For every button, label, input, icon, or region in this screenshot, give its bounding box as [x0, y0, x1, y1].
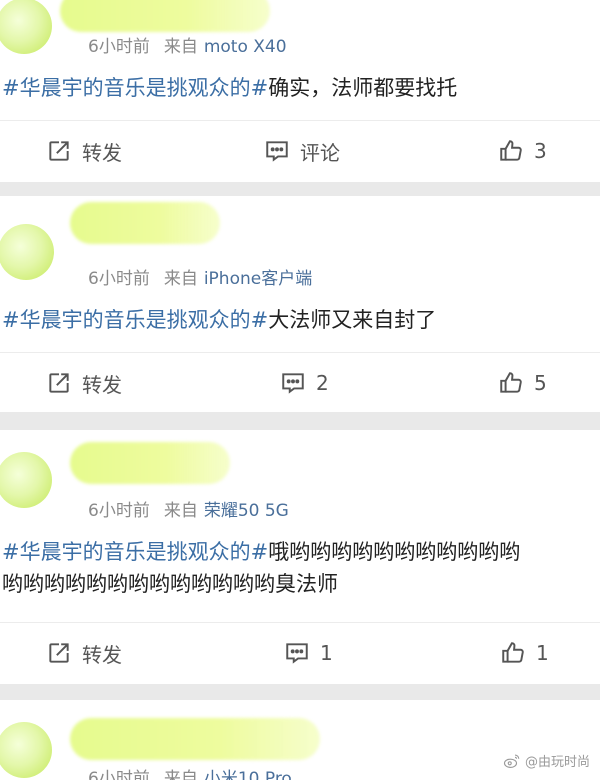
repost-label: 转发: [82, 642, 122, 667]
hashtag-link[interactable]: #华晨宇的音乐是挑观众的#: [2, 76, 268, 100]
post-text-line-2: 哟哟哟哟哟哟哟哟哟哟哟哟哟臭法师: [2, 572, 338, 596]
post-meta: 6小时前 来自 iPhone客户端: [88, 264, 312, 289]
post-card-1: 6小时前 来自 moto X40 #华晨宇的音乐是挑观众的#确实，法师都要找托 转发…: [0, 0, 600, 182]
weibo-logo-icon: [503, 753, 520, 768]
hashtag-link[interactable]: #华晨宇的音乐是挑观众的#: [2, 540, 268, 564]
comment-count: 2: [316, 371, 329, 395]
avatar[interactable]: [0, 722, 52, 778]
repost-button[interactable]: 转发: [46, 121, 122, 181]
source-label: 来自: [163, 769, 198, 780]
action-bar: 转发 评论 3: [0, 121, 600, 181]
repost-icon: [49, 373, 69, 393]
post-body: 哦哟哟哟哟哟哟哟哟哟哟哟: [268, 540, 521, 564]
repost-label: 转发: [82, 140, 122, 165]
post-body: 确实，法师都要找托: [268, 76, 458, 100]
post-text: #华晨宇的音乐是挑观众的#确实，法师都要找托: [2, 72, 600, 104]
like-button[interactable]: 3: [498, 121, 547, 181]
post-card-2: 6小时前 来自 iPhone客户端 #华晨宇的音乐是挑观众的#大法师又来自封了 转发…: [0, 196, 600, 412]
comment-button[interactable]: 2: [280, 353, 329, 412]
repost-button[interactable]: 转发: [46, 623, 122, 683]
post-time: 6小时前: [88, 37, 150, 57]
post-time: 6小时前: [88, 269, 150, 289]
repost-icon: [49, 643, 69, 663]
comment-icon: [266, 141, 288, 162]
comment-label: 评论: [300, 140, 340, 165]
username-redacted: [60, 0, 270, 32]
avatar[interactable]: [0, 0, 52, 54]
post-card-4: 6小时前 来自 小米10 Pro @由玩时尚: [0, 700, 600, 780]
repost-label: 转发: [82, 372, 122, 397]
action-bar: 转发 2 5: [0, 353, 600, 412]
comment-button[interactable]: 评论: [264, 121, 340, 181]
username-redacted: [70, 718, 320, 760]
like-button[interactable]: 1: [500, 623, 549, 683]
thumbs-up-icon: [502, 642, 524, 663]
post-meta: 6小时前 来自 小米10 Pro: [88, 764, 292, 780]
watermark: @由玩时尚: [503, 751, 590, 770]
source-label: 来自: [163, 501, 198, 521]
comment-icon: [282, 373, 304, 394]
repost-icon: [49, 141, 69, 161]
like-count: 3: [534, 139, 547, 163]
repost-button[interactable]: 转发: [46, 353, 122, 412]
comment-icon: [286, 643, 308, 664]
post-text: #华晨宇的音乐是挑观众的#哦哟哟哟哟哟哟哟哟哟哟哟 哟哟哟哟哟哟哟哟哟哟哟哟哟臭…: [2, 536, 600, 600]
post-meta: 6小时前 来自 moto X40: [88, 32, 287, 57]
post-separator: [0, 182, 600, 196]
post-text: #华晨宇的音乐是挑观众的#大法师又来自封了: [2, 304, 600, 336]
source-device[interactable]: moto X40: [204, 37, 287, 57]
post-time: 6小时前: [88, 501, 150, 521]
action-bar: 转发 1 1: [0, 623, 600, 683]
like-count: 5: [534, 371, 547, 395]
post-meta: 6小时前 来自 荣耀50 5G: [88, 496, 289, 521]
avatar[interactable]: [0, 224, 54, 280]
like-button[interactable]: 5: [498, 353, 547, 412]
like-count: 1: [536, 641, 549, 665]
thumbs-up-icon: [500, 372, 522, 393]
source-label: 来自: [163, 37, 198, 57]
post-text-line-1: #华晨宇的音乐是挑观众的#哦哟哟哟哟哟哟哟哟哟哟哟: [2, 536, 600, 568]
source-device[interactable]: iPhone客户端: [204, 269, 312, 289]
comment-button[interactable]: 1: [284, 623, 333, 683]
post-time: 6小时前: [88, 769, 150, 780]
post-body: 大法师又来自封了: [268, 308, 437, 332]
post-card-3: 6小时前 来自 荣耀50 5G #华晨宇的音乐是挑观众的#哦哟哟哟哟哟哟哟哟哟哟哟 …: [0, 430, 600, 684]
source-label: 来自: [163, 269, 198, 289]
username-redacted: [70, 442, 230, 484]
thumbs-up-icon: [500, 140, 522, 161]
comment-count: 1: [320, 641, 333, 665]
source-device[interactable]: 荣耀50 5G: [204, 501, 289, 521]
source-device[interactable]: 小米10 Pro: [204, 769, 292, 780]
username-redacted: [70, 202, 220, 244]
avatar[interactable]: [0, 452, 52, 508]
post-separator: [0, 684, 600, 700]
watermark-text: @由玩时尚: [524, 755, 590, 770]
post-separator: [0, 412, 600, 430]
hashtag-link[interactable]: #华晨宇的音乐是挑观众的#: [2, 308, 268, 332]
